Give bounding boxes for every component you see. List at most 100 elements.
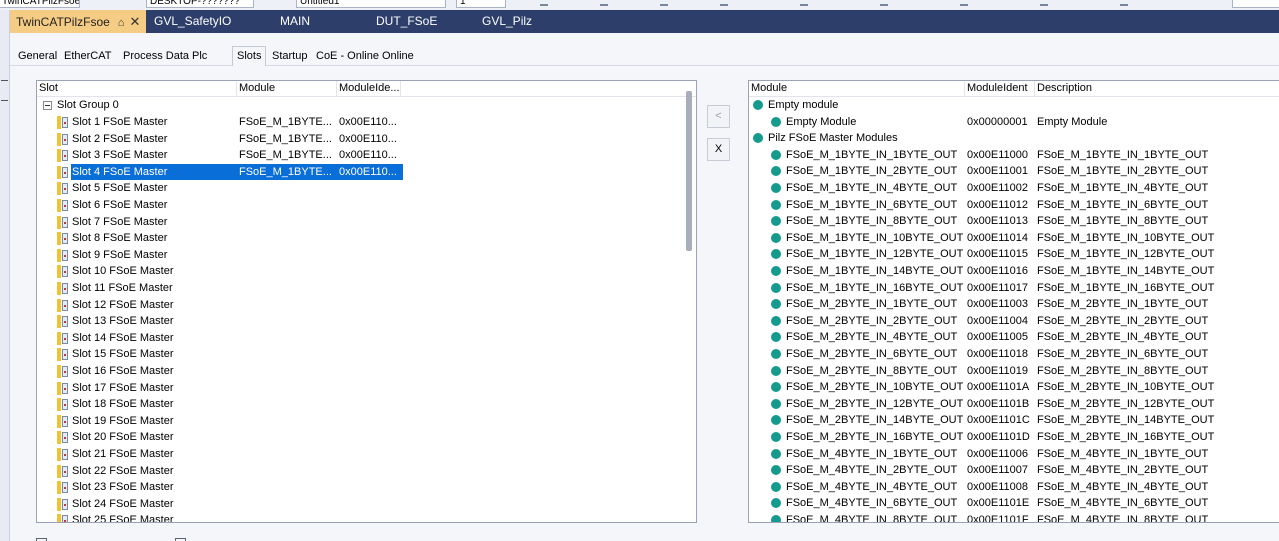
toolbar-config-icon[interactable] [720,0,728,6]
insert-module-button[interactable]: < [707,105,730,128]
column-slot[interactable]: Slot [37,81,237,97]
module-row[interactable]: FSoE_M_2BYTE_IN_8BYTE_OUT 0x00E11019 FSoE_… [749,363,1279,380]
instance-combo[interactable]: 1 [456,0,506,8]
module-description: FSoE_M_1BYTE_IN_1BYTE_OUT [1037,148,1209,161]
slot-row[interactable]: Slot 17 FSoE Master [37,380,696,397]
slot-row[interactable]: Slot 16 FSoE Master [37,363,696,380]
toolbar-login-icon[interactable] [880,0,888,6]
slot-row[interactable]: Slot 10 FSoE Master [37,263,696,280]
module-category-row[interactable]: Empty module [749,97,1279,114]
module-row[interactable]: Empty Module 0x00000001 Empty Module [749,114,1279,131]
slot-row[interactable]: Slot 2 FSoE Master FSoE_M_1BYTE... 0x00E11… [37,131,696,148]
slot-row[interactable]: Slot 3 FSoE Master FSoE_M_1BYTE... 0x00E11… [37,147,696,164]
tab-twincatpilzfsoe[interactable]: TwinCATPilzFsoe ⌂ ✕ [10,10,147,33]
slot-tree-list[interactable]: Slot Module ModuleIde... Slot Group 0 Sl… [36,80,697,523]
pin-icon[interactable]: ⌂ [118,17,125,29]
toolbar-scan-icon[interactable] [800,0,808,6]
target-system-combo[interactable]: DESKTOP-??????? [146,0,254,8]
slot-row[interactable]: Slot 8 FSoE Master [37,230,696,247]
tab-dut-fsoe[interactable]: DUT_FSoE [376,10,437,33]
left-dock-strip[interactable] [0,10,10,541]
slot-row[interactable]: Slot 4 FSoE Master FSoE_M_1BYTE... 0x00E11… [37,163,696,181]
module-row[interactable]: FSoE_M_4BYTE_IN_4BYTE_OUT 0x00E11008 FSoE_… [749,479,1279,496]
module-row[interactable]: FSoE_M_4BYTE_IN_8BYTE_OUT 0x00E1101F FSoE_… [749,512,1279,522]
slot-row[interactable]: Slot 9 FSoE Master [37,247,696,264]
module-row[interactable]: FSoE_M_2BYTE_IN_12BYTE_OUT 0x00E1101B FSoE… [749,396,1279,413]
tab-gvl-pilz[interactable]: GVL_Pilz [482,10,532,33]
tab-main[interactable]: MAIN [280,10,310,33]
slot-row[interactable]: Slot 20 FSoE Master [37,429,696,446]
toolbar-activate-icon[interactable] [600,0,608,6]
toolbar-search-box[interactable] [1232,0,1279,8]
slot-list-scrollbar[interactable] [686,91,692,251]
slot-row[interactable]: Slot 21 FSoE Master [37,446,696,463]
module-row[interactable]: FSoE_M_4BYTE_IN_6BYTE_OUT 0x00E1101E FSoE_… [749,495,1279,512]
slot-row[interactable]: Slot 11 FSoE Master [37,280,696,297]
close-icon[interactable]: ✕ [129,14,140,29]
tab-plc[interactable]: Plc [192,49,207,65]
slot-row[interactable]: Slot 25 FSoE Master [37,512,696,522]
column-module[interactable]: Module [237,81,337,97]
module-row[interactable]: FSoE_M_4BYTE_IN_1BYTE_OUT 0x00E11006 FSoE_… [749,446,1279,463]
module-row[interactable]: FSoE_M_2BYTE_IN_14BYTE_OUT 0x00E1101C FSoE… [749,412,1279,429]
toolbar-safety-icon[interactable] [960,0,968,6]
solution-combo[interactable]: Untitled1 [296,0,446,8]
slot-row[interactable]: Slot 14 FSoE Master [37,330,696,347]
tab-ethercat[interactable]: EtherCAT [64,49,111,65]
module-row[interactable]: FSoE_M_1BYTE_IN_12BYTE_OUT 0x00E11015 FSoE… [749,246,1279,263]
toolbar-debug-icon[interactable] [1040,0,1048,6]
column-description[interactable]: Description [1035,81,1279,97]
module-ident: 0x00E11016 [967,265,1028,277]
column-module-ident[interactable]: ModuleIdent [965,81,1035,97]
module-row[interactable]: FSoE_M_1BYTE_IN_14BYTE_OUT 0x00E11016 FSoE… [749,263,1279,280]
slot-row[interactable]: Slot 12 FSoE Master [37,297,696,314]
tab-startup[interactable]: Startup [272,49,307,65]
slot-row[interactable]: Slot 23 FSoE Master [37,479,696,496]
slot-module-ident [339,446,401,462]
slot-row[interactable]: Slot 13 FSoE Master [37,313,696,330]
module-category-row[interactable]: Pilz FSoE Master Modules [749,130,1279,147]
column-module-ident[interactable]: ModuleIde... [337,81,401,97]
slot-row[interactable]: Slot 24 FSoE Master [37,496,696,513]
module-row[interactable]: FSoE_M_2BYTE_IN_2BYTE_OUT 0x00E11004 FSoE_… [749,313,1279,330]
tab-online[interactable]: Online [382,49,414,65]
module-row[interactable]: FSoE_M_1BYTE_IN_16BYTE_OUT 0x00E11017 FSoE… [749,280,1279,297]
toolbar-build-icon[interactable] [540,0,548,6]
column-module-name[interactable]: Module [749,81,965,97]
module-row[interactable]: FSoE_M_1BYTE_IN_10BYTE_OUT 0x00E11014 FSoE… [749,230,1279,247]
slot-row[interactable]: Slot 5 FSoE Master [37,180,696,197]
toolbar-run-icon[interactable] [660,0,668,6]
slot-icon [57,315,68,329]
module-row[interactable]: FSoE_M_1BYTE_IN_6BYTE_OUT 0x00E11012 FSoE_… [749,197,1279,214]
toolbar-step-icon[interactable] [1120,0,1128,6]
tab-slots[interactable]: Slots [232,46,267,66]
module-row[interactable]: FSoE_M_4BYTE_IN_2BYTE_OUT 0x00E11007 FSoE_… [749,462,1279,479]
slot-row[interactable]: Slot 22 FSoE Master [37,463,696,480]
slot-row[interactable]: Slot 7 FSoE Master [37,214,696,231]
tab-process-data[interactable]: Process Data [123,49,189,65]
module-list[interactable]: Module ModuleIdent Description Empty mod… [748,80,1279,523]
module-row[interactable]: FSoE_M_2BYTE_IN_16BYTE_OUT 0x00E1101D FSoE… [749,429,1279,446]
project-combo[interactable]: TwinCATPilzFsoe [0,0,80,8]
tab-general[interactable]: General [18,49,57,65]
collapse-icon[interactable] [43,101,52,110]
module-row[interactable]: FSoE_M_2BYTE_IN_1BYTE_OUT 0x00E11003 FSoE_… [749,296,1279,313]
module-row[interactable]: FSoE_M_1BYTE_IN_4BYTE_OUT 0x00E11002 FSoE_… [749,180,1279,197]
module-row[interactable]: FSoE_M_1BYTE_IN_2BYTE_OUT 0x00E11001 FSoE_… [749,163,1279,180]
module-row[interactable]: FSoE_M_1BYTE_IN_8BYTE_OUT 0x00E11013 FSoE_… [749,213,1279,230]
slot-module [239,330,335,346]
slot-row[interactable]: Slot 6 FSoE Master [37,197,696,214]
module-row[interactable]: FSoE_M_2BYTE_IN_10BYTE_OUT 0x00E1101A FSoE… [749,379,1279,396]
slot-row[interactable]: Slot 19 FSoE Master [37,413,696,430]
slot-row[interactable]: Slot 18 FSoE Master [37,396,696,413]
module-row[interactable]: FSoE_M_1BYTE_IN_1BYTE_OUT 0x00E11000 FSoE_… [749,147,1279,164]
module-name: FSoE_M_2BYTE_IN_4BYTE_OUT [786,331,958,344]
slot-row[interactable]: Slot 15 FSoE Master [37,346,696,363]
module-row[interactable]: FSoE_M_2BYTE_IN_4BYTE_OUT 0x00E11005 FSoE_… [749,329,1279,346]
module-row[interactable]: FSoE_M_2BYTE_IN_6BYTE_OUT 0x00E11018 FSoE_… [749,346,1279,363]
slot-row[interactable]: Slot 1 FSoE Master FSoE_M_1BYTE... 0x00E11… [37,114,696,131]
tab-gvl-safetyio[interactable]: GVL_SafetyIO [154,10,231,33]
tab-coe-online[interactable]: CoE - Online [316,49,379,65]
remove-module-button[interactable]: X [707,138,730,161]
slot-group-row[interactable]: Slot Group 0 [37,97,696,114]
